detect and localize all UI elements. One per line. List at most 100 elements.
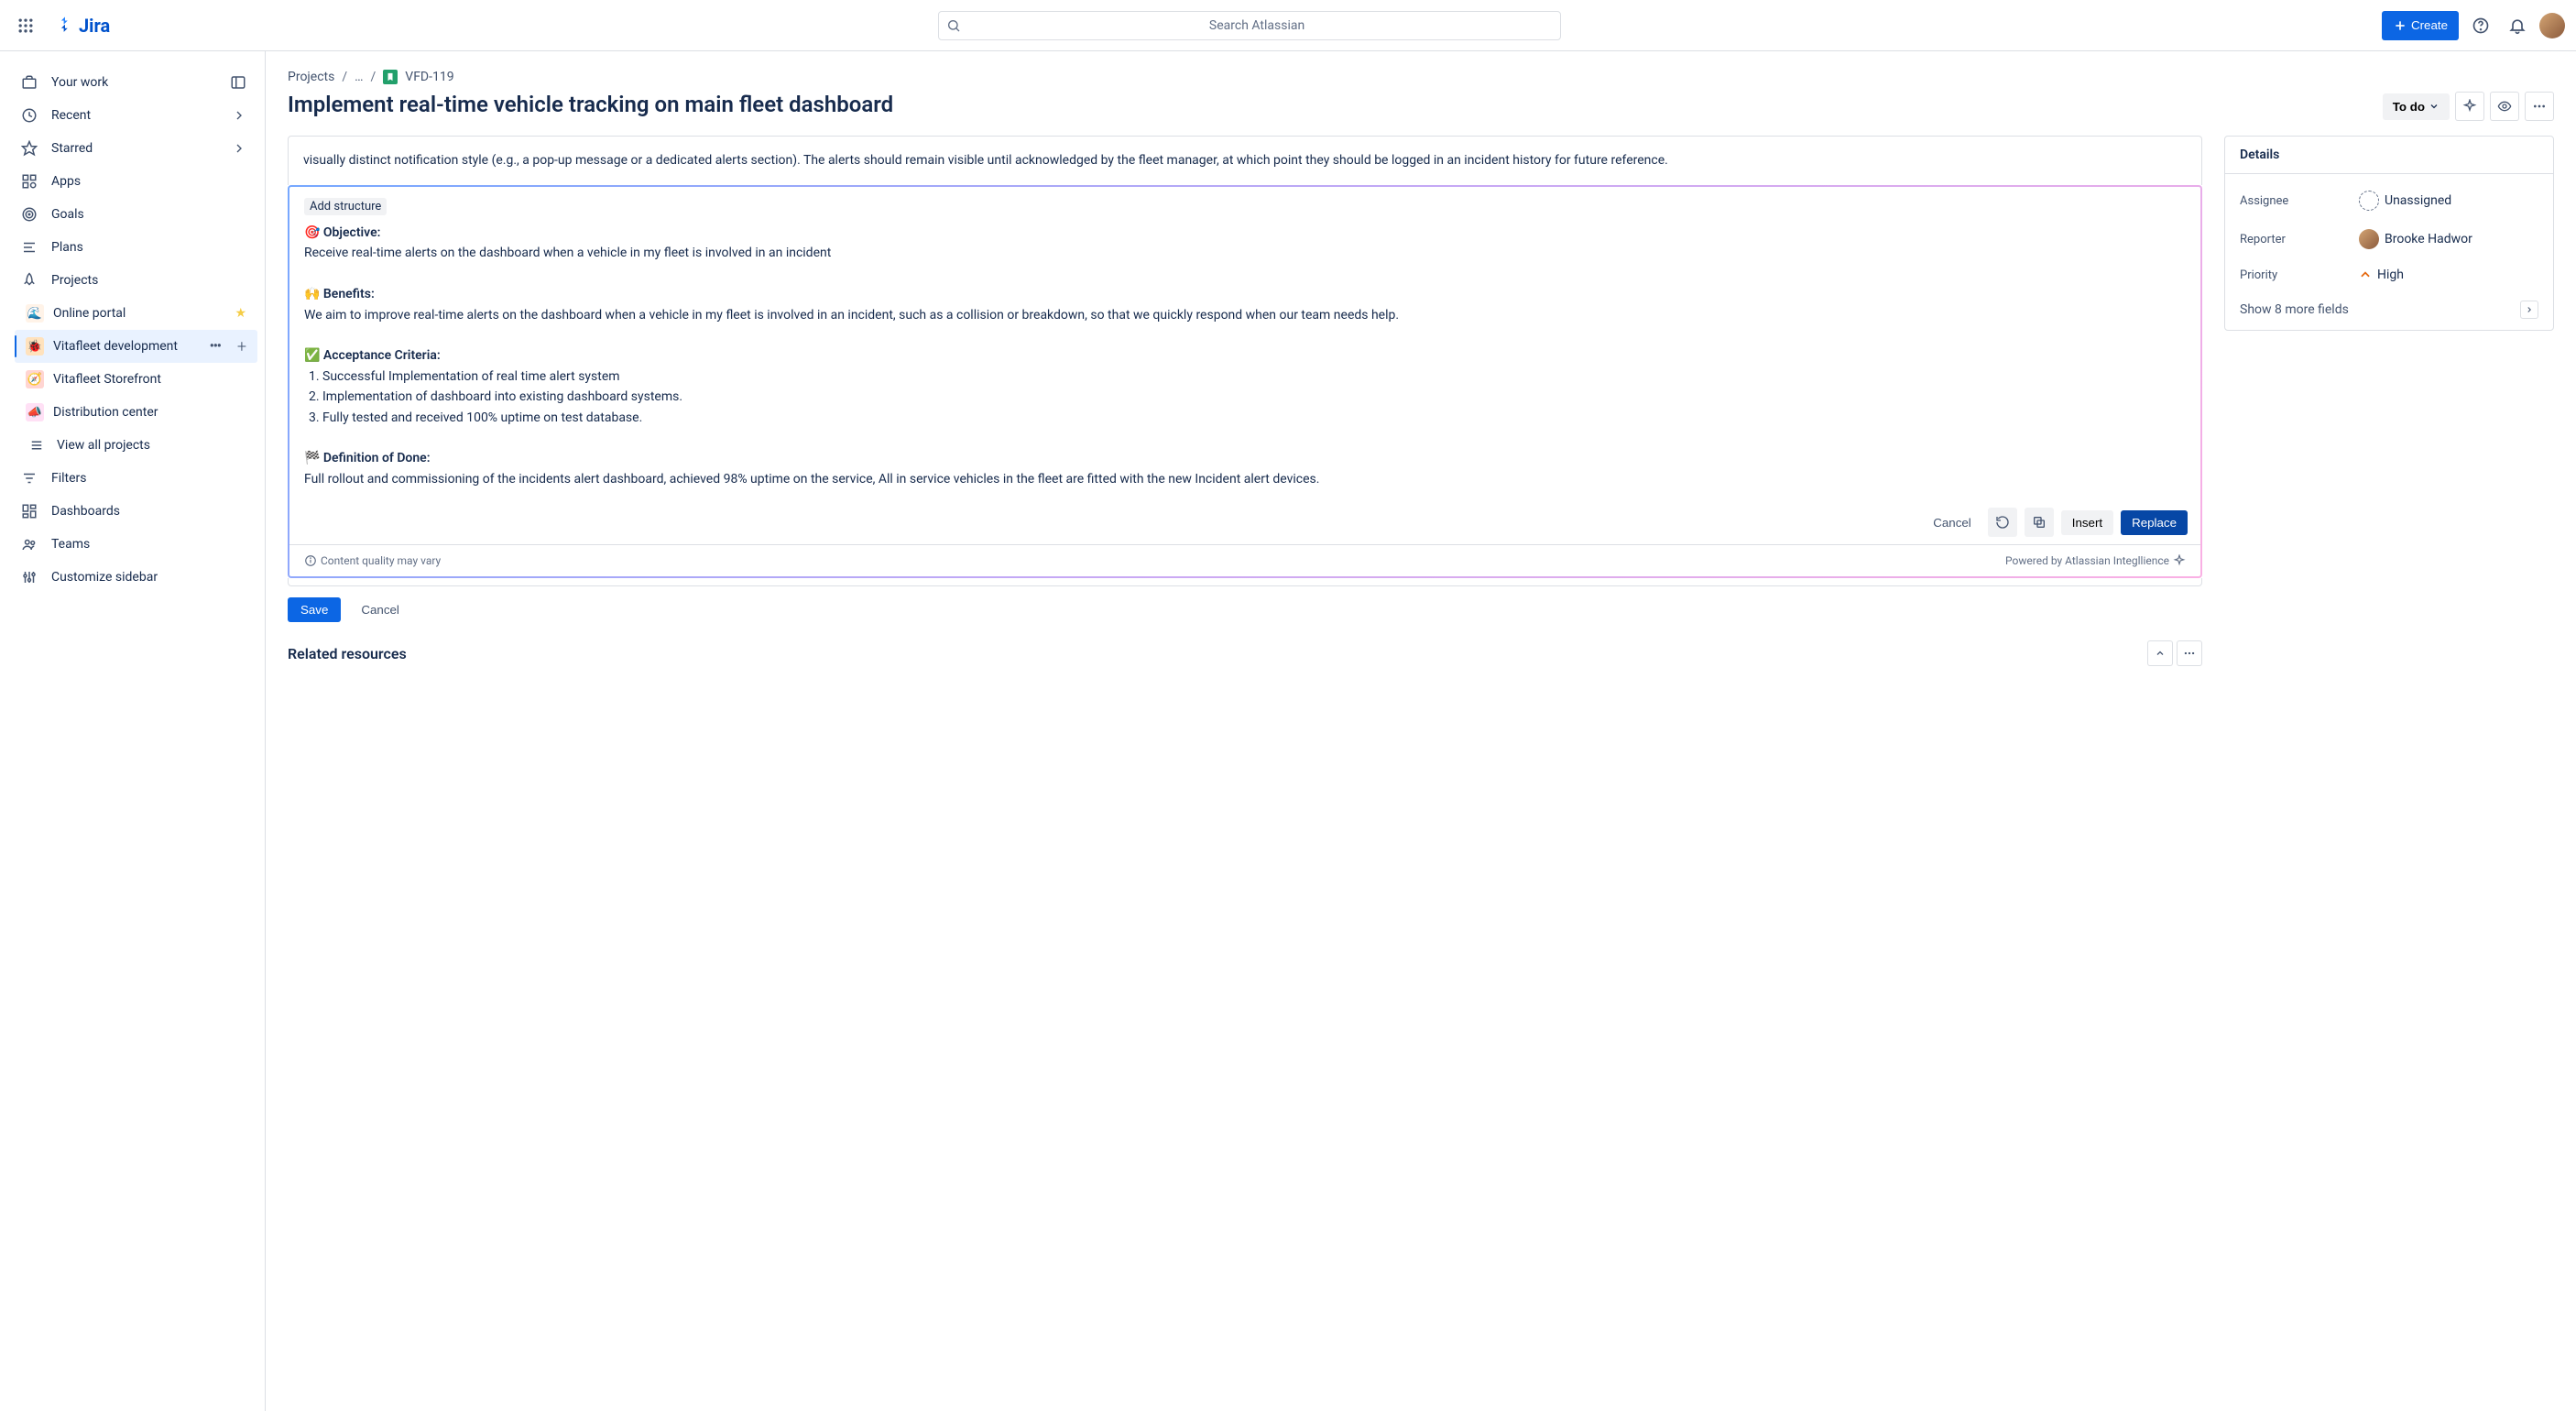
ai-attribution: Powered by Atlassian Integllience: [2005, 554, 2169, 567]
bookmark-icon: [383, 70, 398, 84]
acceptance-criteria-item: Successful Implementation of real time a…: [322, 366, 2186, 387]
star-filled-icon[interactable]: ★: [235, 306, 246, 321]
sidebar-item-your-work[interactable]: Your work: [7, 66, 257, 99]
rocket-icon: [18, 272, 40, 289]
dashboard-icon: [18, 503, 40, 520]
project-add-icon[interactable]: +: [237, 337, 246, 356]
sidebar-item-label: Apps: [51, 174, 246, 189]
acceptance-criteria-item: Implementation of dashboard into existin…: [322, 387, 2186, 407]
user-avatar[interactable]: [2539, 13, 2565, 38]
breadcrumb-ellipsis[interactable]: …: [355, 70, 363, 84]
view-all-projects[interactable]: View all projects: [15, 429, 257, 462]
sidebar-item-goals[interactable]: Goals: [7, 198, 257, 231]
sidebar-item-label: Recent: [51, 108, 221, 123]
sidebar-item-filters[interactable]: Filters: [7, 462, 257, 495]
app-switcher-icon[interactable]: [11, 11, 40, 40]
ai-replace-button[interactable]: Replace: [2121, 510, 2188, 535]
sidebar-item-label: Goals: [51, 207, 246, 222]
description-text[interactable]: visually distinct notification style (e.…: [288, 136, 2202, 185]
chevron-right-icon: [2520, 301, 2538, 319]
sidebar-item-plans[interactable]: Plans: [7, 231, 257, 264]
ai-insert-button[interactable]: Insert: [2061, 510, 2113, 535]
project-item-vitafleet-development[interactable]: 🐞Vitafleet development•••+: [15, 330, 257, 363]
sidebar-item-starred[interactable]: Starred: [7, 132, 257, 165]
breadcrumb-issue-key[interactable]: VFD-119: [405, 70, 453, 84]
sidebar-item-apps[interactable]: Apps: [7, 165, 257, 198]
sidebar-item-label: Your work: [51, 75, 219, 90]
related-collapse-button[interactable]: [2147, 640, 2173, 666]
sidebar-item-label: Customize sidebar: [51, 570, 246, 585]
sidebar-item-label: Projects: [51, 273, 246, 288]
project-item-vitafleet-storefront[interactable]: 🧭Vitafleet Storefront: [15, 363, 257, 396]
star-icon: [18, 140, 40, 157]
sidebar-item-dashboards[interactable]: Dashboards: [7, 495, 257, 528]
search-icon: [946, 18, 961, 33]
chevron-down-icon: [2429, 101, 2440, 112]
details-panel: Details Assignee Unassigned Reporter: [2224, 136, 2554, 331]
benefits-heading: Benefits:: [323, 287, 375, 301]
ai-disclaimer: Content quality may vary: [321, 554, 441, 567]
collapse-sidebar-icon[interactable]: [230, 74, 246, 91]
objective-heading: Objective:: [323, 225, 381, 240]
reporter-avatar: [2359, 229, 2379, 249]
notifications-icon[interactable]: [2503, 11, 2532, 40]
sidebar-item-recent[interactable]: Recent: [7, 99, 257, 132]
issue-title: Implement real-time vehicle tracking on …: [288, 92, 2383, 118]
related-more-button[interactable]: [2177, 640, 2202, 666]
acceptance-criteria-heading: Acceptance Criteria:: [323, 348, 441, 363]
sidebar: Your work Recent Starred Apps Goals Plans Proj…: [0, 51, 266, 1411]
save-button[interactable]: Save: [288, 597, 341, 622]
ai-sparkle-button[interactable]: [2455, 92, 2484, 121]
unassigned-avatar-icon: [2359, 191, 2379, 211]
priority-value[interactable]: High: [2359, 268, 2538, 282]
sparkle-icon: [2173, 554, 2186, 567]
project-label: Online portal: [53, 306, 225, 321]
filter-icon: [18, 470, 40, 487]
definition-of-done-heading: Definition of Done:: [323, 451, 431, 465]
ai-cancel-button[interactable]: Cancel: [1924, 510, 1981, 535]
priority-icon: [2359, 268, 2372, 281]
info-icon: [304, 554, 317, 567]
reporter-label: Reporter: [2240, 233, 2359, 246]
sidebar-item-label: Dashboards: [51, 504, 246, 519]
project-label: Vitafleet Storefront: [53, 372, 246, 387]
more-actions-button[interactable]: [2525, 92, 2554, 121]
help-icon[interactable]: [2466, 11, 2495, 40]
objective-text: Receive real-time alerts on the dashboar…: [304, 243, 2186, 263]
sidebar-item-label: Plans: [51, 240, 246, 255]
jira-logo-icon: [55, 16, 75, 36]
breadcrumb-projects[interactable]: Projects: [288, 70, 334, 84]
project-label: Vitafleet development: [53, 339, 201, 354]
watch-button[interactable]: [2490, 92, 2519, 121]
acceptance-criteria-item: Fully tested and received 100% uptime on…: [322, 408, 2186, 428]
status-dropdown[interactable]: To do: [2383, 93, 2450, 120]
project-more-icon[interactable]: •••: [210, 339, 221, 354]
ai-copy-button[interactable]: [2025, 508, 2054, 537]
project-avatar-icon: 📣: [26, 403, 44, 421]
benefits-text: We aim to improve real-time alerts on th…: [304, 305, 2186, 325]
plans-icon: [18, 239, 40, 256]
chevron-right-icon: [232, 108, 246, 123]
search-input[interactable]: Search Atlassian: [938, 11, 1561, 40]
project-item-online-portal[interactable]: 🌊Online portal★: [15, 297, 257, 330]
ai-retry-button[interactable]: [1988, 508, 2017, 537]
sidebar-item-projects[interactable]: Projects: [7, 264, 257, 297]
breadcrumb-separator: /: [371, 70, 377, 84]
cancel-button[interactable]: Cancel: [348, 597, 412, 622]
show-more-fields[interactable]: Show 8 more fields: [2240, 291, 2538, 319]
apps-icon: [18, 173, 40, 190]
reporter-value[interactable]: Brooke Hadwor: [2359, 229, 2538, 249]
assignee-value[interactable]: Unassigned: [2359, 191, 2538, 211]
related-resources-heading: Related resources: [288, 645, 407, 662]
project-label: Distribution center: [53, 405, 246, 420]
details-heading: Details: [2225, 137, 2553, 174]
sidebar-item-teams[interactable]: Teams: [7, 528, 257, 561]
sidebar-item-label: Filters: [51, 471, 246, 486]
project-item-distribution-center[interactable]: 📣 Distribution center: [15, 396, 257, 429]
create-button[interactable]: Create: [2382, 11, 2459, 40]
sidebar-item-customize-sidebar[interactable]: Customize sidebar: [7, 561, 257, 594]
briefcase-icon: [18, 74, 40, 91]
product-logo[interactable]: Jira: [48, 15, 117, 37]
assignee-label: Assignee: [2240, 194, 2359, 208]
breadcrumb-separator: /: [342, 70, 347, 84]
